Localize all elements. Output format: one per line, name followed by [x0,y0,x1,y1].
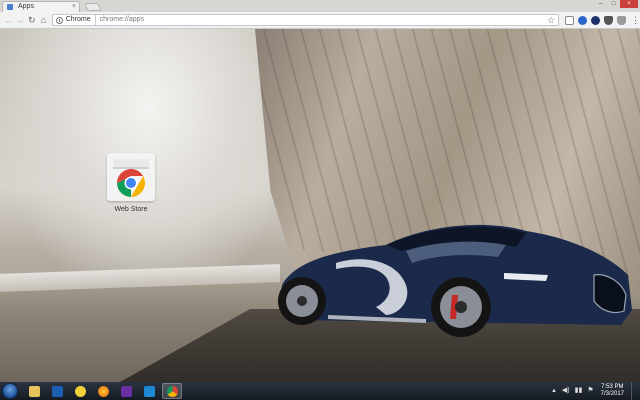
bookmark-star-icon[interactable]: ☆ [547,15,555,25]
clock-date: 7/3/2017 [600,391,624,397]
page-info-icon[interactable] [55,16,63,24]
window-controls: – □ × [594,0,638,8]
extension-blue-circle-icon[interactable] [578,15,588,25]
tab-close-icon[interactable]: × [69,3,79,11]
start-orb-icon[interactable] [2,383,18,399]
omnibox-url[interactable]: chrome://apps [100,15,547,25]
chrome-logo-icon [113,159,149,197]
minimize-button[interactable]: – [594,0,607,8]
firefox-icon[interactable] [93,383,113,399]
vscode-icon[interactable] [139,383,159,399]
taskbar-clock[interactable]: 7:53 PM 7/3/2017 [601,384,624,398]
chrome-web-store-icon[interactable] [107,153,155,201]
volume-icon[interactable]: ◀) [562,387,570,395]
visual-studio-icon[interactable] [116,383,136,399]
forward-arrow-icon[interactable]: → [15,15,26,26]
outlook-icon[interactable] [47,383,67,399]
network-icon[interactable]: ▮▮ [575,387,583,395]
extension-navy-circle-icon[interactable] [591,15,601,25]
extension-icons [565,15,627,25]
app-tile-web-store[interactable]: Web Store [106,153,156,215]
system-tray: ▲ ◀) ▮▮ ⚑ 7:53 PM 7/3/2017 [551,382,636,400]
browser-titlebar: Apps × – □ × [0,0,640,12]
address-bar[interactable]: Chrome chrome://apps ☆ [51,14,560,26]
extension-shield-icon[interactable] [604,15,614,25]
flag-icon[interactable]: ⚑ [587,387,593,395]
maximize-button[interactable]: □ [607,0,620,8]
taskbar-pinned-apps [24,383,182,399]
tray-overflow-icon[interactable]: ▲ [551,388,557,394]
chrome-icon[interactable] [162,383,182,399]
tab-title: Apps [18,3,34,10]
chrome-menu-icon[interactable]: ⋮ [631,15,640,25]
app-label: Web Store [114,206,148,213]
back-arrow-icon[interactable]: ← [3,15,14,26]
extension-document-icon[interactable] [565,15,575,25]
wallpaper-sports-car [278,224,632,337]
reload-icon[interactable]: ↻ [26,15,37,26]
home-icon[interactable]: ⌂ [38,15,49,26]
show-desktop-button[interactable] [631,382,636,400]
file-explorer-icon[interactable] [24,383,44,399]
apps-favicon-icon [7,4,13,10]
tab-apps[interactable]: Apps × [2,1,80,12]
clock-time: 7:53 PM [601,384,624,390]
new-tab-button[interactable] [84,3,102,11]
apps-page: Web Store [0,29,640,382]
browser-toolbar: ← → ↻ ⌂ Chrome chrome://apps ☆ ⋮ [0,12,640,29]
omnibox-chip: Chrome [66,15,96,25]
extension-gray-shield-icon[interactable] [617,15,627,25]
windows-taskbar: ▲ ◀) ▮▮ ⚑ 7:53 PM 7/3/2017 [0,382,640,400]
sticky-notes-icon[interactable] [70,383,90,399]
close-button[interactable]: × [620,0,638,8]
